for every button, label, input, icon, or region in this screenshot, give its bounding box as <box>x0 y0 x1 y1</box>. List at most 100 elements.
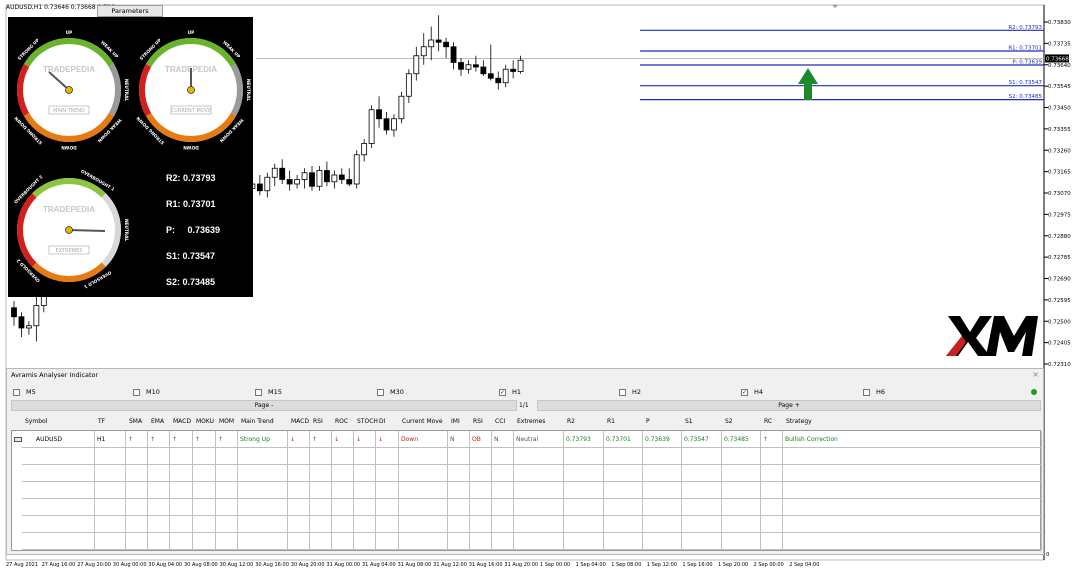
empty-cell <box>216 516 238 533</box>
table-cell: N <box>448 431 470 448</box>
empty-cell <box>332 448 354 465</box>
candle <box>502 64 509 88</box>
buy-signal-arrow-icon <box>798 68 818 100</box>
gauge-scale-label: UP <box>66 30 73 36</box>
time-tick-label: 27 Aug 16:00 <box>41 562 76 568</box>
empty-cell <box>148 448 170 465</box>
price-tick-label: 0.73165 <box>1048 170 1071 176</box>
empty-cell <box>148 533 170 550</box>
price-tick-label: 0.72405 <box>1048 341 1071 347</box>
column-header: IMI <box>451 418 460 425</box>
empty-cell <box>148 499 170 516</box>
time-tick-label: 31 Aug 08:00 <box>397 562 432 568</box>
close-icon[interactable]: × <box>1032 370 1039 379</box>
empty-cell <box>470 516 492 533</box>
empty-cell <box>761 499 783 516</box>
empty-cell <box>126 516 148 533</box>
column-header: SMA <box>129 418 143 425</box>
empty-cell <box>492 533 514 550</box>
empty-cell <box>682 499 722 516</box>
price-tick-label: 0.73450 <box>1048 106 1071 112</box>
candle <box>338 168 345 184</box>
empty-cell <box>682 482 722 499</box>
table-cell: Neutral <box>514 431 564 448</box>
timeframe-m10[interactable]: M10 <box>133 388 160 396</box>
gauge-caption: MAIN TREND <box>53 108 85 114</box>
candle <box>25 321 32 335</box>
checkbox[interactable] <box>863 388 870 396</box>
table-cell: ↓ <box>332 431 354 448</box>
empty-cell <box>332 499 354 516</box>
empty-cell <box>354 448 376 465</box>
xm-logo <box>946 316 1038 356</box>
empty-cell <box>216 499 238 516</box>
timeframe-h2[interactable]: H2 <box>619 388 641 396</box>
pivot-line-label: S1: 0.73547 <box>1009 80 1043 86</box>
pivot-levels-list: R2: 0.73793 R1: 0.73701 P: 0.73639 S1: 0… <box>166 172 220 302</box>
checkbox[interactable]: ✓ <box>499 388 506 396</box>
empty-cell <box>470 499 492 516</box>
empty-cell <box>288 516 310 533</box>
empty-cell <box>354 482 376 499</box>
page-prev-button[interactable]: Page - <box>11 400 517 411</box>
empty-cell <box>22 533 95 550</box>
empty-cell <box>470 448 492 465</box>
row-expand-icon[interactable] <box>14 437 22 442</box>
column-header: Current Move <box>402 418 443 425</box>
checkbox[interactable] <box>255 388 262 396</box>
empty-cell <box>126 499 148 516</box>
empty-cell <box>126 533 148 550</box>
time-tick-label: 31 Aug 04:00 <box>362 562 396 568</box>
empty-cell <box>126 465 148 482</box>
empty-cell <box>193 465 216 482</box>
empty-cell <box>722 516 761 533</box>
timeframe-h6[interactable]: H6 <box>863 388 885 396</box>
empty-cell <box>783 448 1042 465</box>
empty-cell <box>682 465 722 482</box>
empty-cell <box>492 448 514 465</box>
price-tick-label: 0.72310 <box>1048 362 1071 368</box>
analyser-indicator-panel: Avramis Analyser Indicator × M5 M10 M15 … <box>6 368 1044 555</box>
empty-cell <box>170 448 193 465</box>
table-cell: H1 <box>95 431 126 448</box>
empty-cell <box>564 482 604 499</box>
empty-cell <box>148 465 170 482</box>
time-tick-label: 30 Aug 16:00 <box>255 562 289 568</box>
empty-cell <box>332 533 354 550</box>
timeframe-m5[interactable]: M5 <box>13 388 36 396</box>
status-dot-icon <box>1031 389 1037 395</box>
checkbox[interactable] <box>377 388 384 396</box>
timeframe-m15[interactable]: M15 <box>255 388 282 396</box>
checkbox[interactable] <box>133 388 140 396</box>
parameters-button[interactable]: Parameters <box>97 5 163 17</box>
column-header: Extremes <box>517 418 546 425</box>
page-next-button[interactable]: Page + <box>537 400 1041 411</box>
column-header: P <box>646 418 650 425</box>
empty-cell <box>448 533 470 550</box>
checkbox[interactable]: ✓ <box>741 388 748 396</box>
empty-cell <box>126 448 148 465</box>
table-cell: Bullish Correction <box>783 431 1042 448</box>
timeframe-h1[interactable]: ✓ H1 <box>499 388 521 396</box>
table-cell: 0.73639 <box>643 431 682 448</box>
pivot-line-label: R2: 0.73793 <box>1008 25 1042 31</box>
price-tick-label: 0.72880 <box>1048 234 1071 240</box>
timeframe-h4[interactable]: ✓ H4 <box>741 388 763 396</box>
price-tick-label: 0.72975 <box>1048 212 1071 218</box>
gauge-brand: TRADEPEDIA <box>43 205 95 214</box>
timeframe-selector: M5 M10 M15 M30 ✓ H1 H2 ✓ H4 H6 <box>7 388 1043 398</box>
gauge-scale-label: NEUTRAL <box>123 219 129 242</box>
empty-cell <box>332 482 354 499</box>
empty-cell <box>95 482 126 499</box>
candle <box>420 33 427 65</box>
candle <box>413 46 420 81</box>
table-cell: ↑ <box>148 431 170 448</box>
checkbox[interactable] <box>619 388 626 396</box>
timeframe-m30[interactable]: M30 <box>377 388 404 396</box>
time-tick-label: 30 Aug 20:00 <box>290 562 325 568</box>
empty-cell <box>22 499 95 516</box>
empty-cell <box>643 465 682 482</box>
table-cell: ↑ <box>216 431 238 448</box>
checkbox[interactable] <box>13 388 20 396</box>
empty-cell <box>761 516 783 533</box>
